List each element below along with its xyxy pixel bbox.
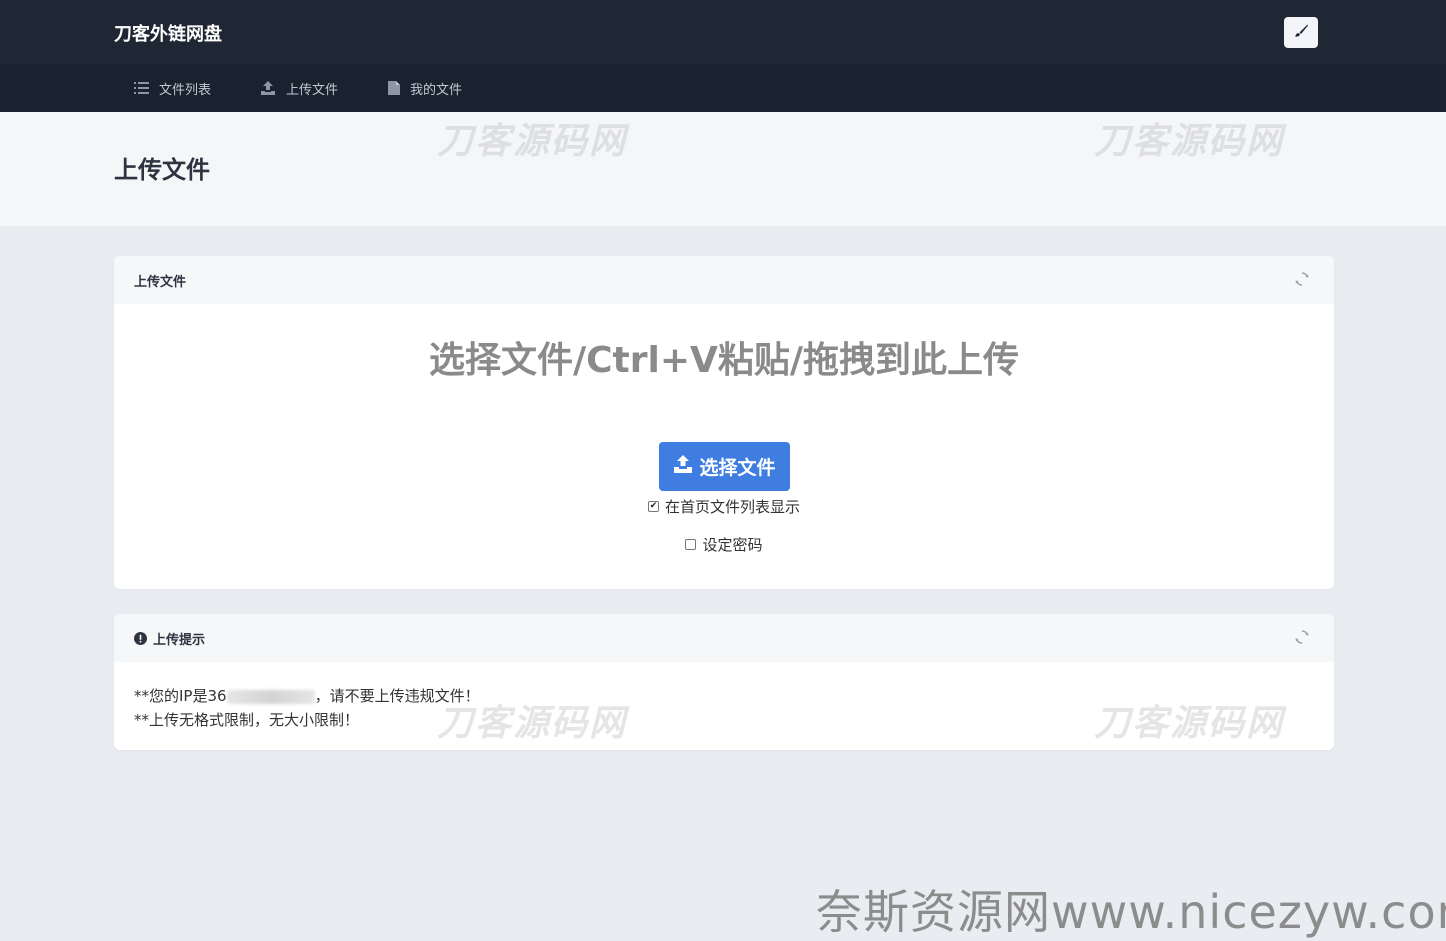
nav-item-file-list[interactable]: 文件列表 <box>134 64 211 112</box>
show-on-home-checkbox[interactable]: ✔ <box>647 501 659 512</box>
nav-item-label: 文件列表 <box>159 82 212 98</box>
ip-redacted <box>226 689 315 704</box>
brush-icon <box>1293 23 1309 43</box>
upload-card: 上传文件 选择文件/Ctrl+V粘贴/拖拽到此上传 选择文件 ✔ 在首页文件列表… <box>114 256 1334 589</box>
card-title: 上传提示 <box>153 632 206 648</box>
page-title: 上传文件 <box>114 156 210 184</box>
watermark-text: 刀客源码网 <box>1094 121 1285 162</box>
nav-item-my-files[interactable]: 我的文件 <box>388 64 462 112</box>
choose-file-button[interactable]: 选择文件 <box>659 442 790 491</box>
show-on-home-option[interactable]: ✔ 在首页文件列表显示 <box>114 496 1334 517</box>
show-on-home-label: 在首页文件列表显示 <box>664 498 800 516</box>
file-icon <box>388 81 400 95</box>
nav-item-label: 我的文件 <box>410 82 463 98</box>
choose-file-label: 选择文件 <box>699 457 776 479</box>
card-header: 上传文件 <box>114 256 1334 304</box>
theme-toggle-button[interactable] <box>1284 17 1318 48</box>
alert-icon <box>134 631 147 645</box>
page-hero: 上传文件 刀客源码网 刀客源码网 <box>0 112 1446 226</box>
upload-tips-card: 上传提示 **您的IP是36 ，请不要上传违规文件！ **上传无格式限制，无大小限… <box>114 614 1334 750</box>
upload-icon <box>260 81 276 95</box>
upload-icon <box>673 455 693 478</box>
card-title: 上传文件 <box>134 274 187 290</box>
tip-ip-prefix: **您的IP是36 <box>134 687 227 705</box>
refresh-icon[interactable] <box>1294 271 1310 291</box>
upload-dropzone-prompt[interactable]: 选择文件/Ctrl+V粘贴/拖拽到此上传 <box>114 331 1334 383</box>
card-header: 上传提示 <box>114 614 1334 662</box>
tip-limit-line: **上传无格式限制，无大小限制！ <box>134 711 360 729</box>
brand-title[interactable]: 刀客外链网盘 <box>114 20 222 46</box>
tips-body: **您的IP是36 ，请不要上传违规文件！ **上传无格式限制，无大小限制！ <box>114 662 1334 732</box>
main-nav: 文件列表 上传文件 我的文件 <box>0 64 1446 112</box>
list-icon <box>134 82 149 94</box>
tip-ip-line: **您的IP是36 ，请不要上传违规文件！ <box>134 684 1314 708</box>
tip-ip-suffix: ，请不要上传违规文件！ <box>314 687 480 705</box>
refresh-icon[interactable] <box>1294 629 1310 649</box>
set-password-checkbox[interactable] <box>685 539 697 550</box>
set-password-label: 设定密码 <box>702 536 763 554</box>
watermark-text: 刀客源码网 <box>437 121 628 162</box>
site-watermark: 奈斯资源网www.nicezyw.com <box>816 885 1446 939</box>
set-password-option[interactable]: 设定密码 <box>114 534 1334 555</box>
nav-item-label: 上传文件 <box>286 82 339 98</box>
top-header: 刀客外链网盘 <box>0 0 1446 64</box>
nav-item-upload[interactable]: 上传文件 <box>260 64 338 112</box>
